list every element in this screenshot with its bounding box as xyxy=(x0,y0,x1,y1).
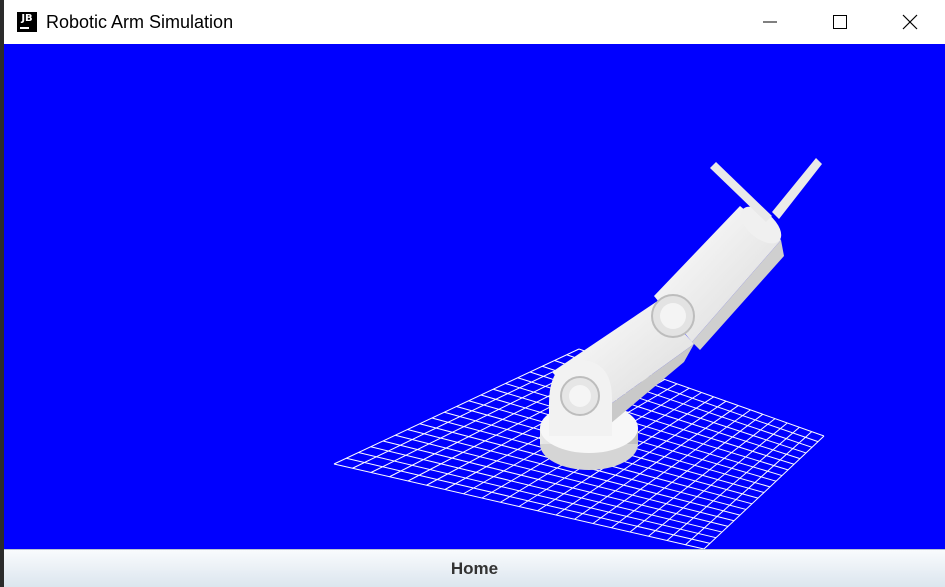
window-controls xyxy=(735,0,945,44)
jb-icon: JB xyxy=(17,12,37,32)
close-icon xyxy=(902,14,918,30)
minimize-icon xyxy=(763,21,777,23)
simulation-viewport[interactable] xyxy=(4,44,945,549)
maximize-icon xyxy=(833,15,847,29)
minimize-button[interactable] xyxy=(735,0,805,44)
app-window: JB Robotic Arm Simulation Home xyxy=(4,0,945,587)
home-button[interactable]: Home xyxy=(437,559,512,579)
grid-line xyxy=(703,435,825,549)
bottom-toolbar: Home xyxy=(4,549,945,587)
close-button[interactable] xyxy=(875,0,945,44)
scene-svg xyxy=(333,158,825,549)
maximize-button[interactable] xyxy=(805,0,875,44)
title-bar[interactable]: JB Robotic Arm Simulation xyxy=(4,0,945,44)
robotic-arm xyxy=(540,158,822,470)
grid-line xyxy=(666,426,800,541)
grid-line xyxy=(685,431,813,546)
window-title: Robotic Arm Simulation xyxy=(46,11,234,32)
gripper-finger-right xyxy=(772,158,822,219)
